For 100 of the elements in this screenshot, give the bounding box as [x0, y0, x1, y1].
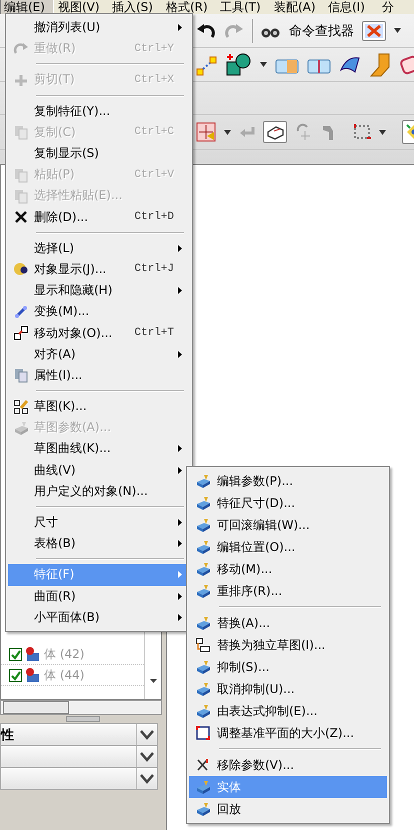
- menu-item[interactable]: 由表达式抑制(E)...: [189, 700, 387, 722]
- command-finder-label[interactable]: 命令查找器: [289, 22, 354, 40]
- menu-item[interactable]: 属性(I)...: [8, 364, 190, 386]
- menu-item[interactable]: 小平面体(B): [8, 606, 190, 628]
- menu-item[interactable]: 曲线(V): [8, 460, 190, 481]
- squares-icon: [13, 325, 29, 342]
- shortcut-label: Ctrl+C: [134, 126, 174, 138]
- menu-item[interactable]: 重排序(R)...: [189, 580, 387, 602]
- square-circle-icon[interactable]: [226, 52, 252, 76]
- menu-item[interactable]: 调整基准平面的大小(Z)...: [189, 722, 387, 744]
- menu-item[interactable]: 对象显示(J)... Ctrl+J: [8, 258, 190, 280]
- menu-item[interactable]: 可回滚编辑(W)...: [189, 514, 387, 536]
- caret-icon: [394, 28, 401, 33]
- block-icon: [195, 495, 211, 511]
- menu-bar-item[interactable]: 格式(R): [162, 0, 216, 14]
- block-icon: [195, 561, 211, 577]
- menu-item[interactable]: 变换(M)...: [8, 301, 190, 322]
- nodes-icon[interactable]: [196, 54, 218, 76]
- eye-icon: [13, 261, 29, 278]
- menu-bar-item[interactable]: 装配(A): [270, 0, 324, 14]
- block-icon: [195, 583, 211, 599]
- menu-item[interactable]: 撤消列表(U): [8, 17, 190, 38]
- fit-view-button[interactable]: [362, 20, 386, 40]
- menu-bar-item[interactable]: 插入(S): [108, 0, 162, 14]
- chevron-down: [140, 730, 154, 740]
- menu-item[interactable]: 删除(D)... Ctrl+D: [8, 206, 190, 228]
- submenu-arrow-icon: [178, 592, 182, 600]
- shortcut-label: Ctrl+Y: [134, 42, 174, 55]
- submenu-arrow-icon: [178, 24, 182, 32]
- shortcut-label: Ctrl+J: [134, 263, 174, 276]
- sketch-icon: [195, 637, 211, 653]
- menu-item[interactable]: 抑制(S)...: [189, 656, 387, 678]
- block-icon: [195, 473, 211, 489]
- menu-bar-item[interactable]: 工具(T): [216, 0, 270, 14]
- submenu-arrow-icon: [178, 571, 182, 578]
- undo-icon[interactable]: [196, 22, 216, 40]
- chevron-icon[interactable]: [136, 768, 157, 789]
- horizontal-scrollbar[interactable]: [0, 700, 162, 715]
- submenu-arrow-icon: [178, 540, 182, 548]
- shortcut-label: Ctrl+D: [134, 211, 174, 224]
- shortcut-label: Ctrl+T: [134, 327, 174, 340]
- crosshair-icon[interactable]: [196, 122, 216, 142]
- delete-icon: [13, 209, 29, 226]
- menu-item[interactable]: 移除参数(V)...: [189, 754, 387, 776]
- sketch-pencil-icon: [13, 398, 29, 415]
- frame-icon: [195, 725, 211, 741]
- cross-arrows-icon: [365, 24, 383, 38]
- check-icon: [10, 670, 21, 680]
- caret-icon: [379, 130, 386, 134]
- menu-item[interactable]: 用户定义的对象(N)...: [8, 480, 190, 502]
- dashed-rectangle-icon[interactable]: [353, 124, 371, 140]
- block-icon: [195, 659, 211, 675]
- block-icon: [195, 539, 211, 555]
- panel-section[interactable]: 性: [0, 723, 158, 745]
- caret-icon: [260, 62, 267, 67]
- menu-item[interactable]: 复制特征(Y)...: [8, 100, 190, 122]
- menu-item[interactable]: 草图曲线(K)...: [8, 438, 190, 460]
- menu-item[interactable]: 编辑位置(O)...: [189, 536, 387, 558]
- chevron-down: [140, 774, 154, 784]
- block-icon: [195, 801, 211, 817]
- cross-icon: [195, 757, 211, 773]
- section-label: 性: [1, 726, 14, 744]
- checkbox[interactable]: [9, 648, 22, 660]
- submenu-arrow-icon: [178, 445, 182, 452]
- menu-bar-item[interactable]: 视图(V): [54, 0, 108, 14]
- menu-item[interactable]: 特征尺寸(D)...: [189, 492, 387, 514]
- menu-bar-item[interactable]: 分: [378, 0, 414, 14]
- solid-body-icon: [24, 667, 40, 683]
- chevron-down: [140, 752, 154, 762]
- splitter-handle[interactable]: [66, 716, 100, 722]
- block-icon: [13, 420, 29, 436]
- document-icon: [13, 124, 29, 140]
- shortcut-label: Ctrl+V: [134, 168, 174, 181]
- menu-bar-item[interactable]: 信息(I): [324, 0, 378, 14]
- submenu-arrow-icon: [178, 287, 182, 294]
- menu-item[interactable]: 尺寸: [8, 512, 190, 534]
- submenu-arrow-icon: [178, 614, 182, 621]
- view-button[interactable]: [263, 121, 287, 143]
- menu-item[interactable]: 复制显示(S): [8, 142, 190, 164]
- transform-icon: [13, 304, 29, 320]
- menu-item[interactable]: 编辑参数(P)...: [189, 470, 387, 492]
- menu-item[interactable]: 移动对象(O)... Ctrl+T: [8, 322, 190, 344]
- menu-item[interactable]: 草图(K)...: [8, 396, 190, 418]
- menu-item[interactable]: 移动(M)...: [189, 558, 387, 580]
- menu-item[interactable]: 取消抑制(U)...: [189, 678, 387, 700]
- bent-block-icon[interactable]: [369, 52, 391, 76]
- menu-item[interactable]: 回放: [189, 798, 387, 820]
- menu-item[interactable]: 替换(A)...: [189, 612, 387, 634]
- menu-item[interactable]: 显示和隐藏(H): [8, 280, 190, 302]
- submenu-arrow-icon: [178, 244, 182, 252]
- menu-bar-item[interactable]: 编辑(E): [0, 0, 54, 14]
- menu-item[interactable]: 对齐(A): [8, 344, 190, 365]
- menu-item[interactable]: 选择(L): [8, 238, 190, 259]
- checkbox[interactable]: [9, 668, 22, 682]
- block-icon: [195, 779, 211, 795]
- menu-item[interactable]: 替换为独立草图(I)...: [189, 634, 387, 656]
- caret-icon: [224, 130, 231, 134]
- menu-item[interactable]: 表格(B): [8, 533, 190, 554]
- menu-item[interactable]: 曲面(R): [8, 586, 190, 607]
- shortcut-label: Ctrl+X: [134, 74, 174, 86]
